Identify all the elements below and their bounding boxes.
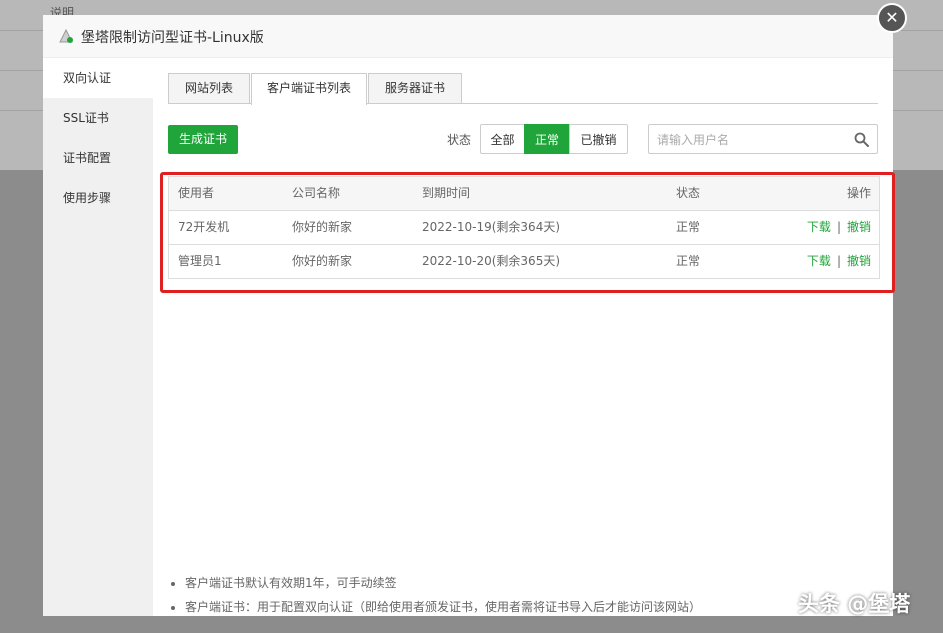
main-content: 网站列表 客户端证书列表 服务器证书 生成证书 状态 全部 正常 已撤销 使用者…	[153, 58, 893, 616]
filter-all[interactable]: 全部	[480, 124, 525, 154]
note-item: 客户端证书默认有效期1年，可手动续签	[185, 573, 701, 597]
sidebar-item-mutual-auth[interactable]: 双向认证	[43, 58, 153, 98]
watermark: 头条 @堡塔	[798, 592, 911, 616]
revoke-link[interactable]: 撤销	[847, 254, 871, 268]
table-row: 管理员1 你好的新家 2022-10-20(剩余365天) 正常 下载 | 撤销	[169, 245, 879, 278]
download-link[interactable]: 下载	[807, 254, 831, 268]
bt-logo-icon	[59, 28, 73, 43]
cell-expiry: 2022-10-20(剩余365天)	[422, 254, 561, 268]
sidebar-item-ssl[interactable]: SSL证书	[43, 98, 153, 138]
filter-normal[interactable]: 正常	[524, 124, 570, 154]
sidebar-item-usage-steps[interactable]: 使用步骤	[43, 178, 153, 218]
header-status: 状态	[676, 186, 701, 200]
tab-client-cert-list[interactable]: 客户端证书列表	[251, 73, 367, 105]
search-icon[interactable]	[854, 132, 869, 147]
cell-user: 72开发机	[178, 220, 230, 234]
note-item: 客户端证书：用于配置双向认证（即给使用者颁发证书，使用者需将证书导入后才能访问该…	[185, 597, 701, 621]
client-cert-table: 使用者 公司名称 到期时间 状态 操作 72开发机 你好的新家 2022-10-…	[168, 176, 880, 279]
sidebar: 双向认证 SSL证书 证书配置 使用步骤	[43, 58, 153, 616]
modal-title: 堡塔限制访问型证书-Linux版	[81, 30, 264, 46]
table-row: 72开发机 你好的新家 2022-10-19(剩余364天) 正常 下载 | 撤销	[169, 211, 879, 245]
table-header-row: 使用者 公司名称 到期时间 状态 操作	[169, 177, 879, 211]
header-expiry: 到期时间	[422, 186, 471, 200]
cell-company: 你好的新家	[292, 220, 353, 234]
tab-server-cert[interactable]: 服务器证书	[368, 73, 462, 103]
username-search-input[interactable]	[649, 125, 859, 155]
cell-status: 正常	[676, 220, 701, 234]
modal-header: 堡塔限制访问型证书-Linux版	[43, 15, 893, 58]
filter-revoked[interactable]: 已撤销	[569, 124, 628, 154]
sidebar-item-cert-config[interactable]: 证书配置	[43, 138, 153, 178]
cell-user: 管理员1	[178, 254, 222, 268]
download-link[interactable]: 下载	[807, 220, 831, 234]
cell-actions: 下载 | 撤销	[807, 245, 871, 278]
revoke-link[interactable]: 撤销	[847, 220, 871, 234]
header-actions: 操作	[846, 186, 871, 200]
status-filter-label: 状态	[447, 133, 472, 147]
generate-cert-button[interactable]: 生成证书	[168, 125, 238, 154]
search-box	[648, 124, 878, 155]
action-separator: |	[836, 254, 841, 268]
action-separator: |	[836, 220, 841, 234]
tab-bar: 网站列表 客户端证书列表 服务器证书	[168, 73, 878, 105]
help-notes: 客户端证书默认有效期1年，可手动续签 客户端证书：用于配置双向认证（即给使用者颁…	[171, 573, 701, 621]
close-icon[interactable]: ✕	[877, 3, 907, 33]
header-company: 公司名称	[292, 186, 341, 200]
cell-actions: 下载 | 撤销	[807, 211, 871, 244]
tab-site-list[interactable]: 网站列表	[168, 73, 250, 103]
certificate-modal: 堡塔限制访问型证书-Linux版 双向认证 SSL证书 证书配置 使用步骤 网站…	[43, 15, 893, 616]
header-user: 使用者	[178, 186, 215, 200]
cell-expiry: 2022-10-19(剩余364天)	[422, 220, 561, 234]
cell-status: 正常	[676, 254, 701, 268]
cell-company: 你好的新家	[292, 254, 353, 268]
